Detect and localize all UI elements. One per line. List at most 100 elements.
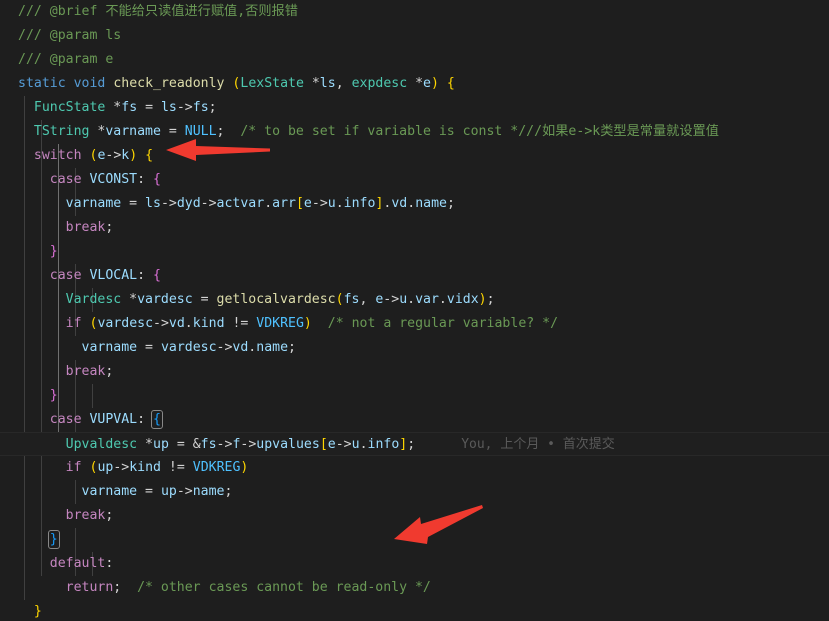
token-var: e <box>303 196 312 211</box>
code-line[interactable]: Vardesc *vardesc = getlocalvardesc(fs, e… <box>0 288 829 312</box>
code-line[interactable]: break; <box>0 504 829 528</box>
code-line[interactable]: } <box>0 384 829 408</box>
token-ctl: case <box>49 412 82 427</box>
token-pl: -> <box>383 292 400 307</box>
token-ctl: break <box>65 364 106 379</box>
token-var: fs <box>192 100 209 115</box>
code-line[interactable]: static void check_readonly (LexState *ls… <box>0 72 829 96</box>
code-line[interactable]: varname = up->name; <box>0 480 829 504</box>
token-pl: -> <box>240 437 257 452</box>
token-pl: . <box>335 196 344 211</box>
code-line[interactable]: /// @param e <box>0 48 829 72</box>
token-kw: static <box>18 76 66 91</box>
token-br0: { <box>446 76 455 91</box>
token-var: VUPVAL <box>89 412 138 427</box>
token-var: name <box>415 196 447 211</box>
code-line[interactable]: } <box>0 240 829 264</box>
token-br0: ) <box>303 316 312 331</box>
token-pl: ; <box>105 364 114 379</box>
code-line[interactable]: break; <box>0 360 829 384</box>
code-line[interactable]: case VCONST: { <box>0 168 829 192</box>
token-br1: } <box>49 388 58 403</box>
token-typ: Vardesc <box>65 292 122 307</box>
code-line[interactable]: varname = ls->dyd->actvar.arr[e->u.info]… <box>0 192 829 216</box>
token-pl: -> <box>335 437 352 452</box>
token-typ: FuncState <box>33 100 106 115</box>
code-line[interactable]: if (vardesc->vd.kind != VDKREG) /* not a… <box>0 312 829 336</box>
code-line[interactable]: /// @param ls <box>0 24 829 48</box>
token-var: info <box>343 196 376 211</box>
token-br2: { <box>151 410 163 429</box>
code-line[interactable]: /// @brief 不能给只读值进行赋值,否则报错 <box>0 0 829 24</box>
code-line[interactable]: break; <box>0 216 829 240</box>
token-pl: = <box>137 340 161 355</box>
code-line[interactable]: } <box>0 600 829 621</box>
code-line[interactable]: varname = vardesc->vd.name; <box>0 336 829 360</box>
token-pl: ; <box>105 220 114 235</box>
token-pl: ; <box>216 124 241 139</box>
token-var: name <box>256 340 289 355</box>
code-line[interactable]: switch (e->k) { <box>0 144 829 168</box>
token-pl: ; <box>288 340 296 355</box>
token-var: e <box>423 76 431 91</box>
token-br0: ) <box>240 460 249 475</box>
token-pl: . <box>407 292 416 307</box>
token-var: u <box>351 437 360 452</box>
token-br1: { <box>153 172 161 187</box>
code-line[interactable]: FuncState *fs = ls->fs; <box>0 96 829 120</box>
token-cmt: /// @param ls <box>18 28 122 43</box>
token-pl: . <box>359 437 368 452</box>
code-line[interactable]: return; /* other cases cannot be read-on… <box>0 576 829 600</box>
git-blame-annotation[interactable]: You, 上个月 • 首次提交 <box>415 437 615 452</box>
token-var: ls <box>160 100 177 115</box>
code-line[interactable]: case VUPVAL: { <box>0 408 829 432</box>
token-pl: : <box>137 412 154 427</box>
token-ctl: break <box>65 508 106 523</box>
code-line[interactable]: Upvaldesc *up = &fs->f->upvalues[e->u.in… <box>0 432 829 456</box>
code-line[interactable]: case VLOCAL: { <box>0 264 829 288</box>
token-pl: : <box>105 556 114 571</box>
token-var: vidx <box>446 292 479 307</box>
token-pl: . <box>438 292 447 307</box>
token-pl: = <box>192 292 217 307</box>
token-br0: } <box>33 604 42 619</box>
token-var: vardesc <box>97 316 154 331</box>
token-pl: . <box>184 316 193 331</box>
code-line[interactable]: } <box>0 528 829 552</box>
token-br1: } <box>49 244 58 259</box>
code-line[interactable]: TString *varname = NULL; /* to be set if… <box>0 120 829 144</box>
code-line[interactable]: if (up->kind != VDKREG) <box>0 456 829 480</box>
token-br2: } <box>47 530 60 549</box>
token-pl: != <box>160 460 193 475</box>
token-br1: { <box>153 268 161 283</box>
code-content[interactable]: /// @brief 不能给只读值进行赋值,否则报错 /// @param ls /… <box>0 0 829 621</box>
token-var: vardesc <box>160 340 217 355</box>
token-pl: -> <box>105 148 122 163</box>
token-pl: -> <box>176 484 193 499</box>
token-pl: * <box>105 100 122 115</box>
token-pl: ; <box>224 484 233 499</box>
code-editor[interactable]: /// @brief 不能给只读值进行赋值,否则报错 /// @param ls /… <box>0 0 829 621</box>
token-br0: { <box>145 148 154 163</box>
token-pl: , <box>359 292 376 307</box>
token-var: kind <box>192 316 225 331</box>
token-var: vardesc <box>137 292 193 307</box>
code-line[interactable]: default: <box>0 552 829 576</box>
token-var: u <box>399 292 408 307</box>
token-br0: ) <box>478 292 487 307</box>
token-cst: NULL <box>184 124 217 139</box>
token-var: vd <box>391 196 408 211</box>
token-typ: LexState <box>240 76 304 91</box>
token-ctl: case <box>49 268 82 283</box>
token-pl: . <box>264 196 273 211</box>
token-ctl: default <box>49 556 106 571</box>
token-typ: expdesc <box>351 76 408 91</box>
token-pl: != <box>224 316 257 331</box>
token-typ: TString <box>33 124 90 139</box>
token-var: varname <box>105 124 161 139</box>
token-pl: -> <box>160 196 177 211</box>
